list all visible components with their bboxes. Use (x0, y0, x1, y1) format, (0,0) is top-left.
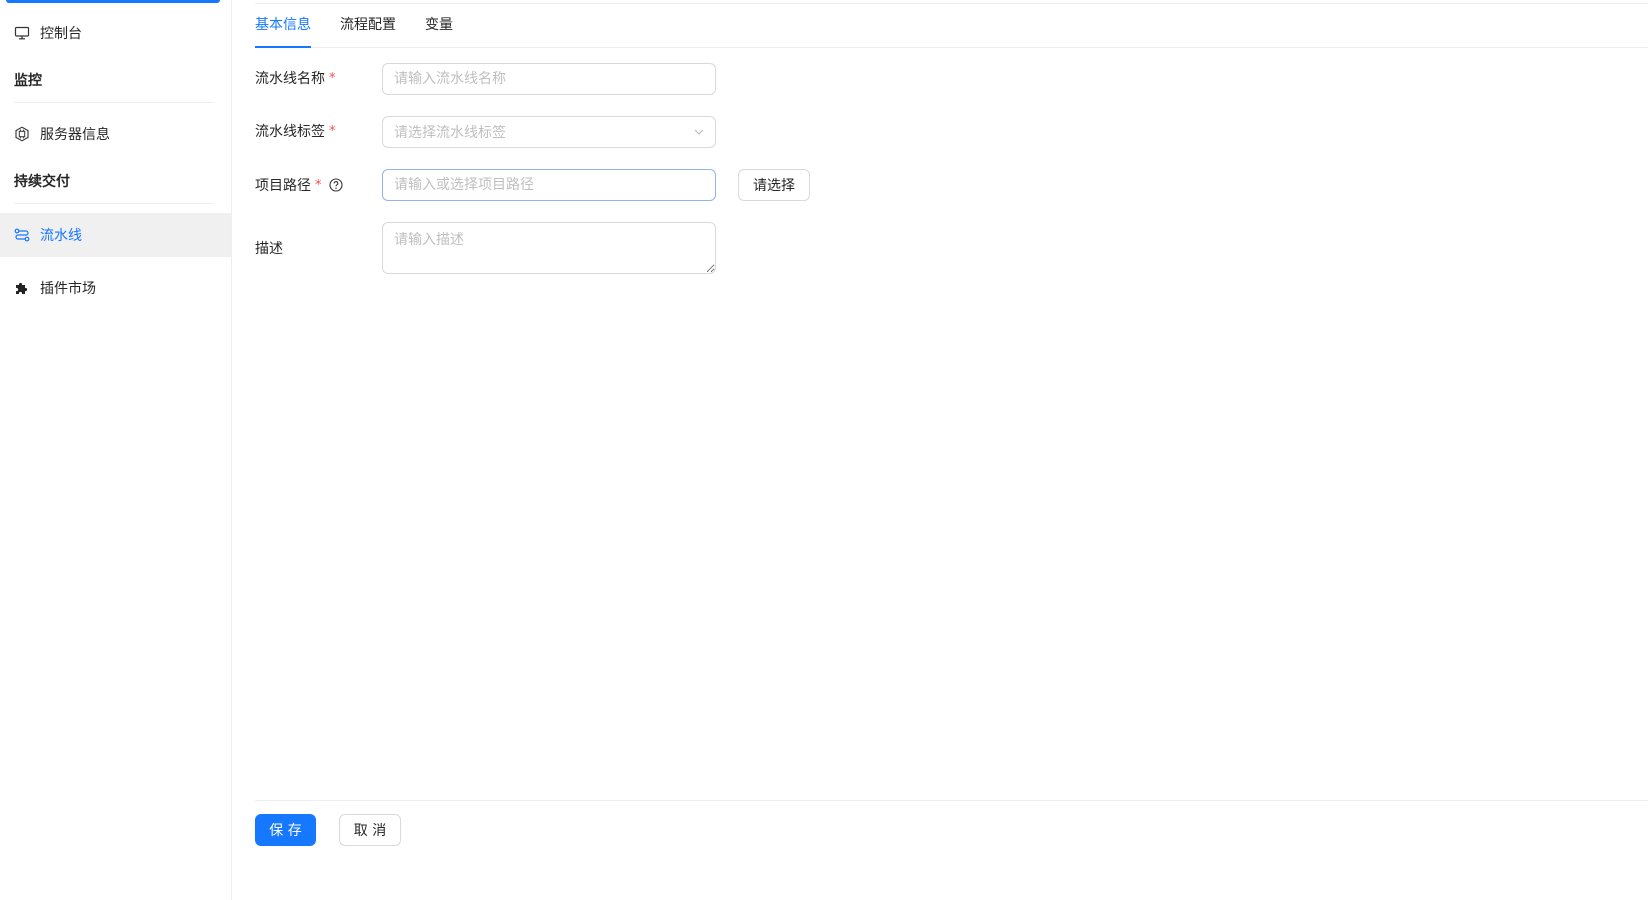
save-button[interactable]: 保 存 (255, 814, 316, 846)
label-text: 项目路径 (255, 178, 311, 194)
pipeline-name-input[interactable] (382, 63, 716, 95)
required-mark: * (329, 70, 336, 86)
sidebar: 控制台 监控 服务器信息 持续交付 流水线 插件市场 (0, 0, 232, 900)
pipeline-name-label: 流水线名称 * (255, 68, 336, 88)
main-content: 基本信息 流程配置 变量 流水线名称 * 流水线标签 * 请选择流水线标签 项目… (232, 0, 1648, 900)
sidebar-item-server-info[interactable]: 服务器信息 (0, 112, 231, 156)
tab-variables[interactable]: 变量 (425, 4, 453, 48)
nav-group-delivery: 持续交付 (14, 174, 70, 190)
chip-icon (14, 126, 30, 142)
tab-bar: 基本信息 流程配置 变量 (255, 4, 1648, 48)
tab-flow-config[interactable]: 流程配置 (340, 4, 396, 48)
label-text: 描述 (255, 241, 283, 257)
pipeline-icon (14, 227, 30, 243)
sidebar-item-pipeline[interactable]: 流水线 (0, 213, 231, 257)
nav-divider (14, 102, 214, 103)
description-textarea[interactable] (382, 222, 716, 274)
sidebar-item-label: 服务器信息 (40, 127, 110, 143)
nav-group-monitor: 监控 (14, 73, 42, 89)
select-placeholder: 请选择流水线标签 (394, 125, 506, 141)
label-text: 流水线标签 (255, 124, 325, 140)
sidebar-item-label: 插件市场 (40, 281, 96, 297)
choose-path-button[interactable]: 请选择 (738, 169, 810, 201)
sidebar-item-label: 流水线 (40, 228, 82, 244)
project-path-input[interactable] (382, 169, 716, 201)
tab-basic-info[interactable]: 基本信息 (255, 4, 311, 48)
required-mark: * (329, 123, 336, 139)
description-label: 描述 (255, 238, 283, 258)
pipeline-tag-select[interactable]: 请选择流水线标签 (382, 116, 716, 148)
sidebar-item-label: 控制台 (40, 26, 82, 42)
sidebar-item-plugin-market[interactable]: 插件市场 (0, 266, 231, 310)
label-text: 流水线名称 (255, 71, 325, 87)
required-mark: * (315, 177, 322, 193)
monitor-icon (14, 25, 30, 41)
nav-divider (14, 203, 214, 204)
project-path-label: 项目路径 * (255, 175, 343, 195)
chevron-down-icon (693, 126, 705, 142)
puzzle-icon (14, 280, 30, 296)
help-icon[interactable] (328, 178, 343, 192)
sidebar-top-indicator (6, 0, 220, 3)
cancel-button[interactable]: 取 消 (339, 814, 401, 846)
sidebar-item-console[interactable]: 控制台 (0, 11, 231, 55)
app-root: 控制台 监控 服务器信息 持续交付 流水线 插件市场 基本信息 流程配置 变量 … (0, 0, 1648, 900)
footer-divider (255, 800, 1648, 801)
pipeline-tag-label: 流水线标签 * (255, 121, 336, 141)
